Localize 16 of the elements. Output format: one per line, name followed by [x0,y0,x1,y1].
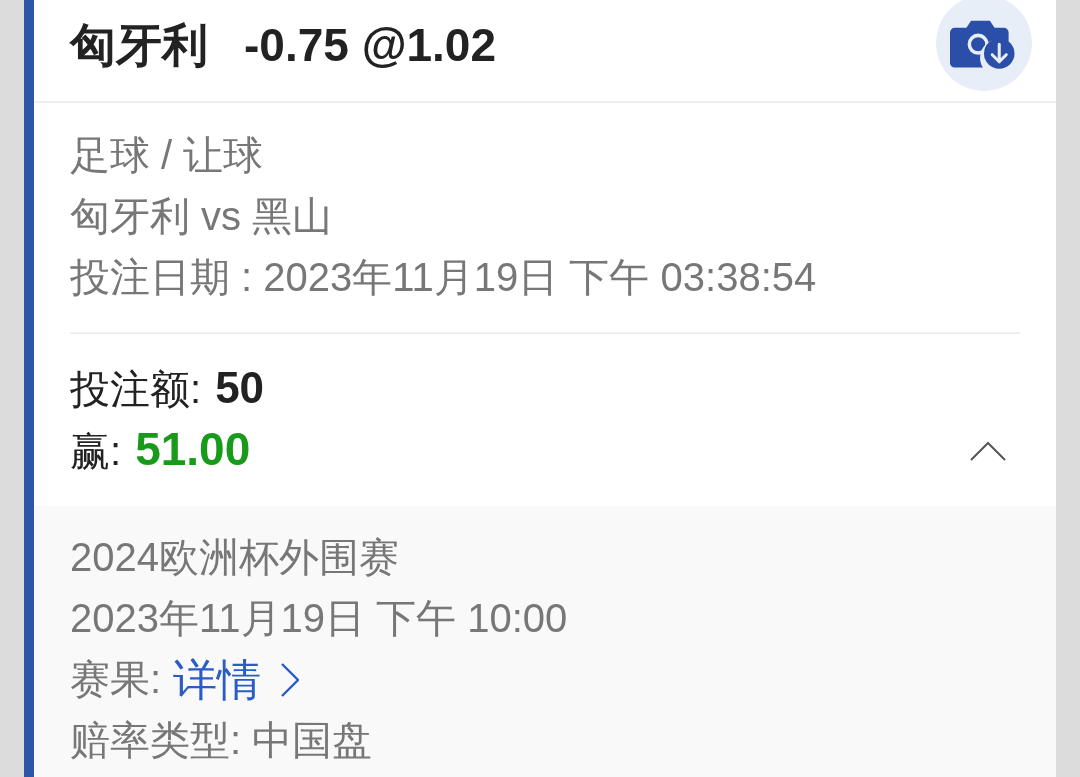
win-label: 赢: [70,428,122,475]
stake-label: 投注额: [70,366,202,413]
team-title: 匈牙利 [70,17,208,73]
detail-text: 投注日期 : 2023年11月19日 下午 03:38:54 [70,254,818,301]
kickoff-text: 2023年11月19日 下午 10:00 [70,595,569,642]
win-value: 51.00 [135,422,251,477]
competition-text: 2024欧洲杯外围赛 [70,534,400,581]
details-link[interactable]: 详情 [173,649,300,710]
result-label: 赛果: [70,656,162,703]
chevron-up-icon[interactable] [970,441,1006,461]
detail-text: 足球 / 让球 [70,132,265,179]
detail-text: 匈牙利 vs 黑山 [70,193,334,240]
odds-text: -0.75 @1.02 [244,17,496,73]
stake-value: 50 [215,362,265,414]
odds-type-text: 赔率类型: 中国盘 [70,717,374,764]
chevron-right-icon [281,662,300,697]
